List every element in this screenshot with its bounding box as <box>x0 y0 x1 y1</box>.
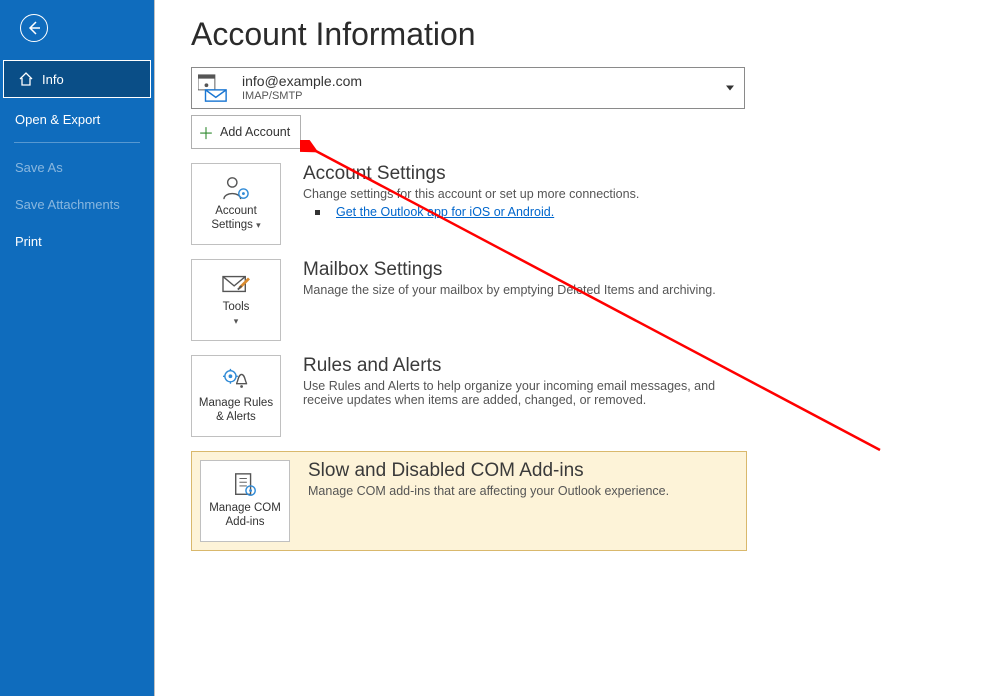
nav-print[interactable]: Print <box>0 223 154 260</box>
account-protocol: IMAP/SMTP <box>242 90 362 102</box>
nav-divider <box>14 142 140 143</box>
section-title: Rules and Alerts <box>303 355 955 377</box>
section-desc: Manage the size of your mailbox by empty… <box>303 283 955 297</box>
chevron-down-icon: ▾ <box>234 316 239 326</box>
section-title: Account Settings <box>303 163 955 185</box>
addins-icon <box>230 472 260 498</box>
nav-save-as: Save As <box>0 149 154 186</box>
nav-save-attachments: Save Attachments <box>0 186 154 223</box>
account-selector[interactable]: info@example.com IMAP/SMTP <box>191 67 745 109</box>
com-addins-tile[interactable]: Manage COM Add-ins <box>200 460 290 542</box>
tile-label: Account Settings <box>211 205 256 231</box>
tile-label: Manage COM Add-ins <box>205 502 285 530</box>
tools-tile[interactable]: Tools ▾ <box>191 259 281 341</box>
dropdown-arrow-icon <box>726 86 734 91</box>
bullet-icon <box>315 210 320 215</box>
add-account-label: Add Account <box>220 125 290 139</box>
section-desc: Change settings for this account or set … <box>303 187 955 201</box>
account-email: info@example.com <box>242 74 362 89</box>
back-button[interactable] <box>20 14 48 42</box>
chevron-down-icon: ▾ <box>256 220 261 230</box>
section-desc: Use Rules and Alerts to help organize yo… <box>303 379 733 407</box>
section-desc: Manage COM add-ins that are affecting yo… <box>308 484 698 498</box>
section-title: Slow and Disabled COM Add-ins <box>308 460 698 482</box>
section-mailbox: Tools ▾ Mailbox Settings Manage the size … <box>191 259 995 341</box>
account-icon <box>198 73 228 103</box>
section-account-settings: Account Settings ▾ Account Settings Chan… <box>191 163 995 245</box>
section-title: Mailbox Settings <box>303 259 955 281</box>
tile-label: Manage Rules & Alerts <box>196 397 276 425</box>
nav-label: Print <box>15 234 42 249</box>
person-gear-icon <box>221 175 251 201</box>
mailbox-tools-icon <box>221 271 251 297</box>
section-addins: Manage COM Add-ins Slow and Disabled COM… <box>191 451 747 551</box>
page-title: Account Information <box>191 16 995 53</box>
account-text: info@example.com IMAP/SMTP <box>242 74 362 101</box>
rules-bell-icon <box>221 367 251 393</box>
section-rules: Manage Rules & Alerts Rules and Alerts U… <box>191 355 995 437</box>
nav-open-export[interactable]: Open & Export <box>0 101 154 138</box>
backstage-sidebar: Info Open & Export Save As Save Attachme… <box>0 0 155 696</box>
add-account-button[interactable]: ＋ Add Account <box>191 115 301 149</box>
outlook-app-link[interactable]: Get the Outlook app for iOS or Android. <box>336 205 554 219</box>
tile-label: Tools <box>223 301 250 313</box>
rules-alerts-tile[interactable]: Manage Rules & Alerts <box>191 355 281 437</box>
plus-icon: ＋ <box>198 120 214 144</box>
main-content: Account Information info@example.com IMA… <box>155 0 995 696</box>
nav-label: Save Attachments <box>15 197 120 212</box>
nav-label: Save As <box>15 160 63 175</box>
account-settings-tile[interactable]: Account Settings ▾ <box>191 163 281 245</box>
nav-label: Open & Export <box>15 112 100 127</box>
nav-info[interactable]: Info <box>3 60 151 98</box>
home-icon <box>18 71 34 87</box>
back-arrow-icon <box>26 20 42 36</box>
nav-label: Info <box>42 72 64 87</box>
